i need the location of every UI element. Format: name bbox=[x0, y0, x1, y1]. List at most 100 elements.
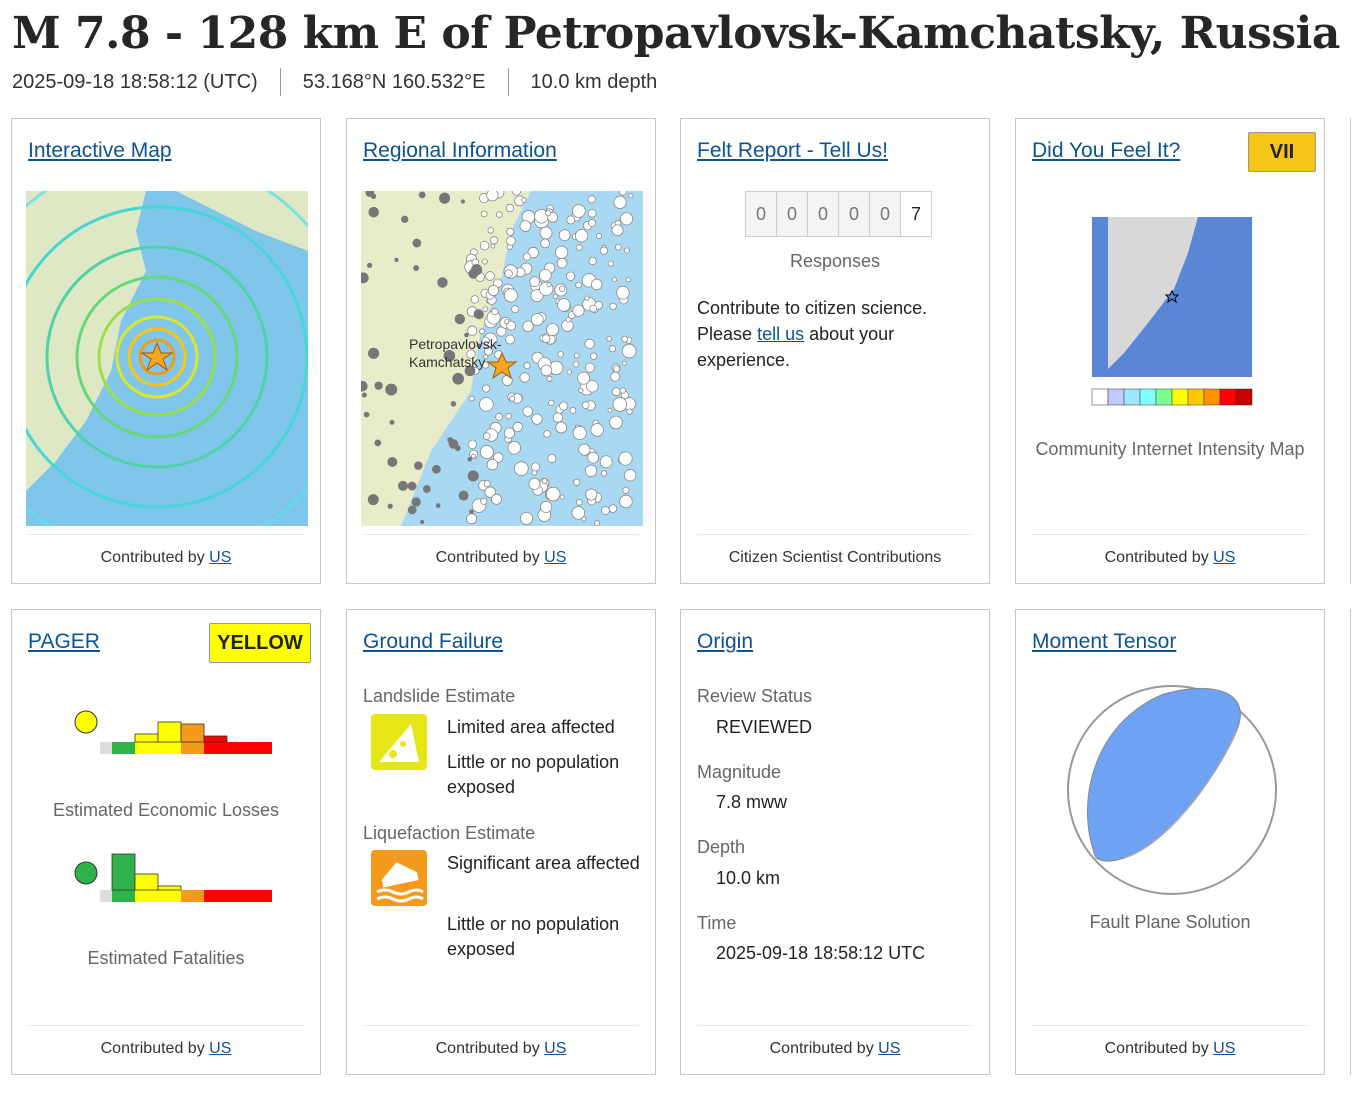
fatalities-caption: Estimated Fatalities bbox=[87, 948, 245, 968]
earthquake-marker bbox=[460, 199, 466, 204]
felt-report-link[interactable]: Felt Report - Tell Us! bbox=[697, 139, 888, 163]
earthquake-marker bbox=[437, 277, 448, 288]
magnitude-label: Magnitude bbox=[697, 762, 782, 782]
earthquake-marker bbox=[547, 453, 557, 463]
depth-label: Depth bbox=[697, 837, 746, 857]
beachball-diagram[interactable] bbox=[1064, 682, 1280, 898]
earthquake-marker bbox=[559, 494, 565, 500]
earthquake-marker bbox=[539, 268, 552, 282]
earthquake-marker bbox=[522, 252, 532, 261]
pager-scale-cell bbox=[204, 742, 227, 754]
card-partial-offscreen bbox=[1350, 609, 1356, 1075]
earthquake-marker bbox=[411, 497, 421, 507]
pager-bar bbox=[180, 723, 205, 743]
earthquake-marker bbox=[559, 401, 569, 411]
earthquake-marker bbox=[490, 493, 502, 505]
earthquake-marker bbox=[370, 193, 377, 200]
contributor-link[interactable]: US bbox=[878, 1040, 900, 1057]
earthquake-marker bbox=[572, 204, 586, 218]
earthquake-marker bbox=[587, 219, 596, 228]
earthquake-marker bbox=[543, 430, 551, 438]
did-you-feel-it-link[interactable]: Did You Feel It? bbox=[1032, 139, 1180, 163]
earthquake-marker bbox=[546, 375, 553, 382]
earthquake-marker bbox=[539, 226, 553, 240]
pager-scale-cell bbox=[204, 890, 227, 902]
earthquake-marker bbox=[545, 210, 552, 217]
contributor-link[interactable]: US bbox=[1213, 549, 1235, 566]
earthquake-marker bbox=[447, 436, 453, 443]
earthquake-marker bbox=[504, 319, 510, 325]
earthquake-marker bbox=[363, 411, 370, 418]
tell-us-link[interactable]: tell us bbox=[757, 324, 804, 344]
event-time: 2025-09-18 18:58:12 (UTC) bbox=[12, 70, 258, 93]
earthquake-marker bbox=[578, 443, 591, 456]
moment-tensor-link[interactable]: Moment Tensor bbox=[1032, 630, 1176, 654]
earthquake-marker bbox=[361, 392, 367, 398]
regional-information-link[interactable]: Regional Information bbox=[363, 139, 557, 163]
pager-scale-cell bbox=[158, 742, 181, 754]
pager-scale-cell bbox=[135, 890, 158, 902]
earthquake-marker bbox=[414, 461, 423, 470]
earthquake-marker bbox=[572, 426, 587, 440]
earthquake-marker bbox=[432, 464, 441, 474]
earthquake-marker bbox=[540, 500, 553, 513]
earthquake-marker bbox=[587, 195, 596, 204]
earthquake-marker bbox=[566, 215, 576, 225]
contributor-link[interactable]: US bbox=[1213, 1040, 1235, 1057]
depth-value: 10.0 km bbox=[716, 868, 781, 888]
contributor-link[interactable]: US bbox=[209, 549, 231, 566]
earthquake-marker bbox=[479, 444, 494, 459]
card-ground-failure: Ground Failure Landslide Estimate Limite… bbox=[346, 609, 656, 1075]
regional-map-thumbnail[interactable]: Petropavlovsk- Kamchatsky bbox=[361, 191, 643, 526]
earthquake-marker bbox=[624, 469, 637, 482]
earthquake-marker bbox=[490, 243, 496, 249]
earthquake-marker bbox=[452, 372, 465, 385]
earthquake-marker bbox=[439, 192, 451, 204]
earthquake-marker bbox=[577, 371, 591, 385]
contributor-link[interactable]: US bbox=[209, 1040, 231, 1057]
card-regional-information: Regional Information Petropavlovsk- Kamc… bbox=[346, 118, 656, 584]
earthquake-marker bbox=[450, 401, 457, 407]
earthquake-marker bbox=[504, 269, 513, 278]
intensity-scale-cell bbox=[1203, 388, 1221, 406]
ground-failure-link[interactable]: Ground Failure bbox=[363, 630, 503, 654]
card-footer: Citizen Scientist Contributions bbox=[697, 534, 973, 583]
time-value: 2025-09-18 18:58:12 UTC bbox=[716, 943, 926, 963]
earthquake-marker bbox=[496, 211, 503, 218]
earthquake-marker bbox=[507, 441, 521, 455]
card-felt-report: Felt Report - Tell Us! 0 0 0 0 0 7 Respo… bbox=[680, 118, 990, 584]
earthquake-marker bbox=[522, 320, 534, 332]
contributor-link[interactable]: US bbox=[544, 549, 566, 566]
card-origin: Origin Review Status REVIEWED Magnitude … bbox=[680, 609, 990, 1075]
pager-link[interactable]: PAGER bbox=[28, 630, 100, 654]
dyfi-map-thumbnail[interactable] bbox=[1088, 193, 1256, 411]
earthquake-marker bbox=[530, 313, 544, 326]
earthquake-marker bbox=[506, 227, 515, 236]
intensity-scale-cell bbox=[1139, 388, 1157, 406]
earthquake-marker bbox=[555, 421, 568, 434]
earthquake-marker bbox=[566, 369, 572, 375]
earthquake-marker bbox=[585, 488, 598, 501]
earthquake-marker bbox=[541, 334, 551, 343]
earthquake-marker bbox=[575, 499, 583, 506]
contributor-link[interactable]: US bbox=[544, 1040, 566, 1057]
earthquake-marker bbox=[523, 362, 531, 370]
earthquake-marker bbox=[531, 462, 541, 472]
interactive-map-link[interactable]: Interactive Map bbox=[28, 139, 172, 163]
earthquake-marker bbox=[546, 282, 552, 288]
svg-text:Kamchatsky: Kamchatsky bbox=[409, 354, 485, 370]
divider bbox=[507, 68, 509, 96]
earthquake-marker bbox=[611, 387, 621, 397]
intensity-scale-cell bbox=[1235, 388, 1253, 406]
earthquake-marker bbox=[591, 278, 603, 291]
card-footer: Contributed by US bbox=[1032, 1025, 1308, 1074]
earthquake-marker bbox=[545, 486, 561, 502]
earthquake-marker bbox=[556, 257, 568, 269]
shakemap-thumbnail[interactable] bbox=[26, 191, 308, 526]
earthquake-marker bbox=[522, 406, 534, 417]
card-footer: Contributed by US bbox=[28, 534, 304, 583]
origin-link[interactable]: Origin bbox=[697, 630, 753, 654]
earthquake-marker bbox=[555, 245, 569, 259]
earthquake-marker bbox=[418, 191, 426, 199]
economic-losses-histogram bbox=[74, 710, 272, 754]
